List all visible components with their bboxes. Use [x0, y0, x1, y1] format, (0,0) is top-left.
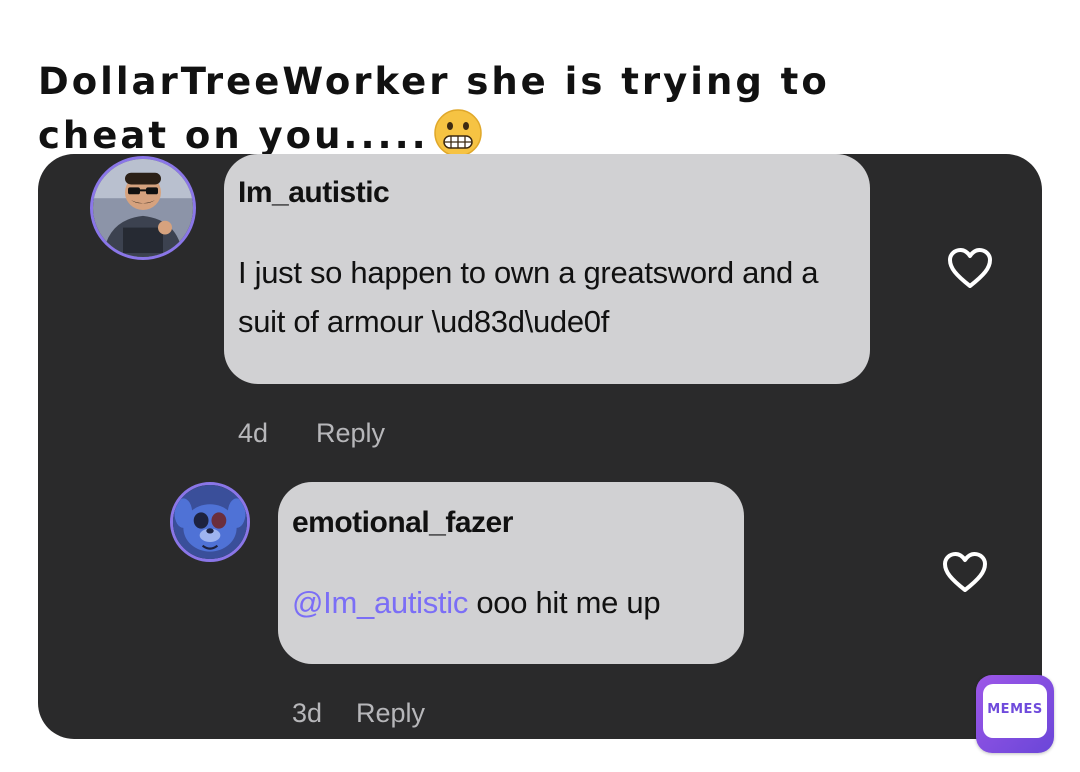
comment-text: I just so happen to own a greatsword and…: [238, 255, 819, 339]
comment-bubble: Im_autistic I just so happen to own a gr…: [224, 154, 870, 384]
comment-age: 4d: [238, 418, 269, 448]
reply-text: @Im_autistic ooo hit me up: [292, 578, 732, 627]
comment-username[interactable]: Im_autistic: [238, 176, 390, 210]
memes-logo: MEMES: [976, 675, 1054, 753]
reply-body: ooo hit me up: [468, 585, 661, 620]
comments-panel: Im_autistic I just so happen to own a gr…: [38, 154, 1042, 739]
reply-username[interactable]: emotional_fazer: [292, 506, 513, 540]
reply-age: 3d: [292, 698, 323, 728]
meme-caption: DollarTreeWorker she is trying to cheat …: [38, 56, 918, 162]
user-mention[interactable]: @Im_autistic: [292, 585, 468, 620]
grimacing-face-icon: [433, 109, 482, 157]
blue-creature-avatar[interactable]: [170, 482, 250, 562]
logo-text: MEMES: [987, 702, 1043, 717]
logo-speech-bubble: MEMES: [983, 684, 1047, 738]
reply-button[interactable]: Reply: [316, 418, 385, 449]
reply-bubble: emotional_fazer @Im_autistic ooo hit me …: [278, 482, 744, 664]
heart-icon[interactable]: [941, 550, 989, 594]
heart-icon[interactable]: [946, 246, 994, 290]
reply-button[interactable]: Reply: [356, 698, 425, 729]
soldier-avatar[interactable]: [90, 156, 196, 260]
